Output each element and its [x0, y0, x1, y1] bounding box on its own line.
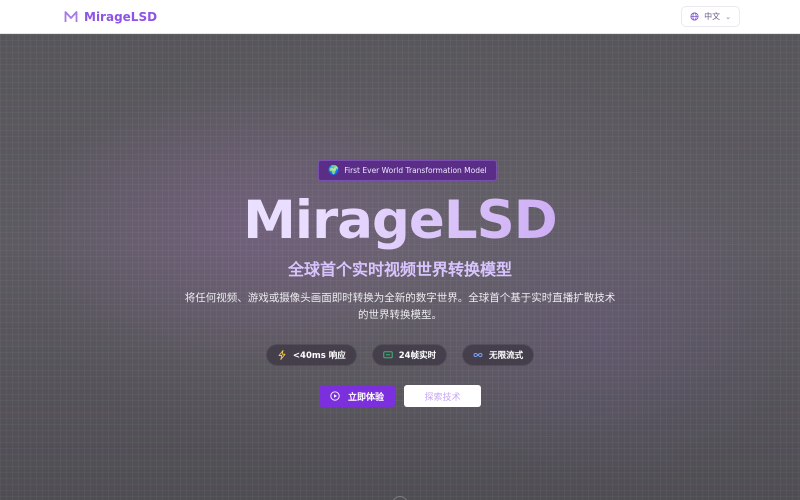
- top-navigation-bar: MirageLSD 中文 ⌄: [0, 0, 800, 34]
- explore-technology-button[interactable]: 探索技术: [404, 385, 481, 407]
- feature-pill-label: 24帧实时: [398, 351, 437, 361]
- monitor-icon: [383, 351, 393, 359]
- feature-pill-label: 无限流式: [489, 351, 524, 361]
- hero-title: MirageLSD: [0, 186, 800, 256]
- explore-technology-label: 探索技术: [424, 391, 461, 402]
- language-selector[interactable]: 中文 ⌄: [681, 6, 740, 27]
- brand[interactable]: MirageLSD: [64, 10, 157, 24]
- chevron-down-icon: ⌄: [725, 12, 731, 21]
- hero-section: 🌍 First Ever World Transformation Model …: [0, 34, 800, 500]
- feature-pill-latency: <40ms 响应: [265, 344, 357, 366]
- hero-badge: 🌍 First Ever World Transformation Model: [318, 160, 497, 181]
- earth-globe-icon: 🌍: [328, 165, 340, 176]
- try-now-button[interactable]: 立即体验: [319, 385, 395, 407]
- lightning-icon: [278, 350, 286, 360]
- hero-subtitle: 全球首个实时视频世界转换模型: [287, 260, 512, 279]
- infinity-icon: [473, 353, 483, 357]
- play-circle-icon: [330, 391, 340, 401]
- language-label: 中文: [704, 12, 721, 21]
- try-now-label: 立即体验: [347, 391, 384, 402]
- feature-pill-label: <40ms 响应: [292, 351, 346, 361]
- hero-badge-text: First Ever World Transformation Model: [344, 166, 487, 175]
- globe-icon: [690, 12, 699, 21]
- cta-group: 立即体验 探索技术: [0, 385, 800, 407]
- feature-pill-streaming: 无限流式: [462, 344, 535, 366]
- feature-pill-framerate: 24帧实时: [371, 344, 448, 366]
- brand-logo-icon: [64, 10, 78, 24]
- feature-pills: <40ms 响应 24帧实时 无限流式: [0, 344, 800, 366]
- brand-name: MirageLSD: [84, 9, 158, 24]
- hero-description: 将任何视频、游戏或摄像头画面即时转换为全新的数字世界。全球首个基于实时直播扩散技…: [184, 292, 616, 321]
